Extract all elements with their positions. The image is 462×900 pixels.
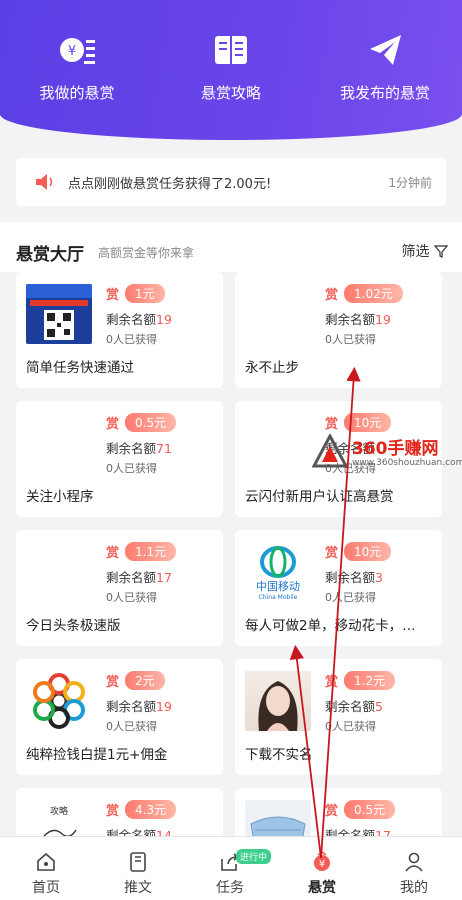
tab-profile-label: 我的: [400, 880, 428, 896]
yen-list-icon: ¥: [60, 38, 95, 64]
task-title: 简单任务快速通过: [26, 360, 134, 376]
china-mobile-logo: 中国移动 China Mobile: [245, 542, 311, 602]
task-card[interactable]: 攻略 赏 4.3元 剩余名额14: [16, 788, 223, 838]
watermark-url: www.360shouzhuan.com: [352, 458, 462, 468]
tab-tasks-label: 任务: [216, 880, 244, 896]
tab-home[interactable]: 首页: [0, 837, 92, 900]
reward-amount: 赏 1元: [106, 284, 165, 303]
tab-rewards[interactable]: ¥ 悬赏: [276, 837, 368, 900]
earned-count: 0人已获得: [106, 333, 157, 346]
reward-amount: 赏 1.1元: [106, 542, 177, 561]
tab-articles[interactable]: 推文: [92, 837, 184, 900]
svg-text:¥: ¥: [319, 859, 325, 870]
book-icon: [215, 36, 247, 64]
task-card[interactable]: 赏 2元 剩余名额19 0人已获得 纯粹捡钱白提1元+佣金: [16, 659, 223, 775]
portrait-thumbnail: [245, 671, 311, 731]
watermark-text: 360手赚网: [352, 439, 439, 459]
header-banner: ¥ 我做的悬赏 悬赏攻略 我发布的悬赏: [0, 0, 462, 140]
tab-tasks[interactable]: 进行中 任务: [184, 837, 276, 900]
task-card[interactable]: 赏 0.5元 剩余名额17: [235, 788, 442, 838]
remaining-slots: 剩余名额19: [106, 699, 172, 714]
task-card[interactable]: 赏 1元 剩余名额19 0人已获得 简单任务快速通过: [16, 272, 223, 388]
remaining-slots: 剩余名额71: [106, 441, 172, 456]
svg-text:China Mobile: China Mobile: [259, 594, 298, 601]
home-icon: [37, 852, 55, 871]
svg-text:中国移动: 中国移动: [256, 580, 300, 593]
published-rewards-nav[interactable]: 我发布的悬赏: [308, 30, 462, 110]
reward-amount: 赏 1.2元: [325, 671, 396, 690]
tab-rewards-label: 悬赏: [308, 880, 336, 896]
task-title: 下载不实名: [245, 747, 313, 763]
profile-icon: [405, 852, 423, 872]
watermark-logo-icon: [312, 434, 348, 468]
my-rewards-label: 我做的悬赏: [39, 84, 115, 102]
reward-icon: ¥: [314, 851, 330, 871]
task-grid: 赏 1元 剩余名额19 0人已获得 简单任务快速通过 赏 1.02元 剩余名额19 …: [0, 262, 462, 838]
mask-thumbnail: [245, 800, 311, 838]
reward-amount: 赏 0.5元: [106, 413, 177, 432]
earned-count: 0人已获得: [325, 591, 376, 604]
svg-text:¥: ¥: [68, 44, 76, 59]
task-title: 永不止步: [245, 360, 299, 376]
notice-bar[interactable]: 点点刚刚做悬赏任务获得了2.00元! 1分钟前: [16, 158, 446, 206]
task-card[interactable]: 赏 1.02元 剩余名额19 0人已获得 永不止步: [235, 272, 442, 388]
article-icon: [130, 852, 146, 872]
filter-button[interactable]: 筛选: [401, 241, 449, 261]
filter-icon: [433, 245, 449, 258]
earned-count: 0人已获得: [106, 591, 157, 604]
task-title: 云闪付新用户认证高悬赏: [245, 489, 394, 505]
earned-count: 0人已获得: [325, 720, 376, 733]
reward-guide-nav[interactable]: 悬赏攻略: [154, 30, 308, 110]
svg-text:攻略: 攻略: [50, 805, 68, 817]
filter-label: 筛选: [401, 244, 430, 260]
task-card[interactable]: 赏 0.5元 剩余名额71 0人已获得 关注小程序: [16, 401, 223, 517]
sketch-thumbnail: 攻略: [26, 800, 92, 838]
watermark: 360手赚网 www.360shouzhuan.com: [312, 432, 462, 472]
task-title: 关注小程序: [26, 489, 94, 505]
task-title: 每人可做2单，移动花卡，…: [245, 618, 416, 634]
task-thumbnail: [26, 284, 92, 344]
task-card[interactable]: 赏 1.1元 剩余名额17 0人已获得 今日头条极速版: [16, 530, 223, 646]
reward-amount: 赏 1.02元: [325, 284, 403, 303]
reward-amount: 赏 2元: [106, 671, 165, 690]
earned-count: 0人已获得: [106, 462, 157, 475]
task-card[interactable]: 中国移动 China Mobile 赏 10元 剩余名额3 0人已获得 每人可做2…: [235, 530, 442, 646]
tab-home-label: 首页: [32, 880, 60, 896]
published-rewards-label: 我发布的悬赏: [339, 84, 430, 102]
bottom-tab-bar: 首页 推文 进行中 任务 ¥ 悬赏 我的: [0, 836, 462, 900]
reward-amount: 赏 4.3元: [106, 800, 177, 819]
task-title: 今日头条极速版: [26, 618, 121, 634]
task-title: 纯粹捡钱白提1元+佣金: [26, 747, 168, 763]
remaining-slots: 剩余名额5: [325, 699, 383, 714]
remaining-slots: 剩余名额19: [106, 312, 172, 327]
remaining-slots: 剩余名额19: [325, 312, 391, 327]
section-subtitle: 高额赏金等你来拿: [98, 246, 195, 260]
my-rewards-nav[interactable]: ¥ 我做的悬赏: [0, 30, 154, 110]
reward-guide-label: 悬赏攻略: [200, 84, 261, 102]
remaining-slots: 剩余名额17: [106, 570, 172, 585]
notice-time: 1分钟前: [388, 175, 432, 190]
tasks-in-progress-badge: 进行中: [236, 849, 272, 864]
speaker-icon: [36, 174, 53, 190]
reward-amount: 赏 0.5元: [325, 800, 396, 819]
tab-articles-label: 推文: [124, 880, 152, 896]
reward-amount: 赏 10元: [325, 413, 392, 432]
notice-message: 点点刚刚做悬赏任务获得了2.00元!: [68, 176, 272, 192]
task-card[interactable]: 赏 1.2元 剩余名额5 0人已获得 下载不实名: [235, 659, 442, 775]
remaining-slots: 剩余名额3: [325, 570, 383, 585]
reward-amount: 赏 10元: [325, 542, 392, 561]
tab-profile[interactable]: 我的: [368, 837, 460, 900]
earned-count: 0人已获得: [325, 333, 376, 346]
rings-logo: [26, 671, 92, 731]
paper-plane-icon: [370, 35, 401, 65]
earned-count: 0人已获得: [106, 720, 157, 733]
